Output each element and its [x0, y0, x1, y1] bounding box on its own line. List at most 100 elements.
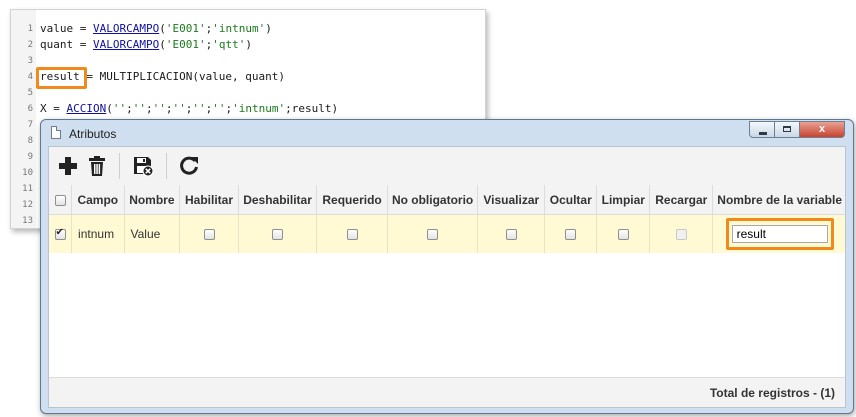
line-number: 4	[27, 72, 33, 82]
requerido-checkbox[interactable]	[346, 229, 358, 241]
cell-requerido	[316, 214, 388, 253]
code-token: ;	[165, 102, 173, 115]
header-requerido[interactable]: Requerido	[316, 185, 388, 215]
maximize-icon	[783, 126, 791, 132]
string-literal: 'intnum'	[232, 102, 286, 115]
line-number: 3	[27, 56, 33, 66]
select-all-checkbox[interactable]	[54, 194, 66, 206]
limpiar-checkbox[interactable]	[617, 229, 629, 241]
code-token: value =	[40, 22, 93, 35]
deshabilitar-checkbox[interactable]	[272, 229, 284, 241]
cell-campo: intnum	[71, 214, 125, 253]
total-records-label: Total de registros - (1)	[709, 386, 835, 400]
header-campo[interactable]: Campo	[71, 185, 125, 215]
header-limpiar[interactable]: Limpiar	[596, 185, 651, 215]
toolbar-separator	[119, 153, 120, 179]
variable-name-input[interactable]	[731, 225, 828, 243]
minimize-button[interactable]	[749, 121, 775, 138]
line-number: 2	[27, 40, 33, 50]
delete-button[interactable]	[86, 155, 108, 177]
maximize-button[interactable]	[775, 121, 800, 138]
header-visualizar[interactable]: Visualizar	[477, 185, 546, 215]
line-number: 11	[22, 184, 33, 194]
string-literal: ''	[132, 102, 146, 115]
window-controls: x	[749, 121, 845, 139]
window-content: Campo Nombre Habilitar Deshabilitar Requ…	[48, 146, 846, 408]
document-icon	[51, 126, 61, 139]
cell-limpiar	[596, 214, 651, 253]
atributos-window: Atributos x Campo Nombre Habilitar Desha…	[40, 119, 854, 414]
string-literal: ''	[192, 102, 206, 115]
cell-nombre: Value	[124, 214, 181, 253]
row-select-cell[interactable]	[49, 214, 73, 253]
string-literal: 'E001'	[165, 38, 206, 51]
function-link[interactable]: VALORCAMPO	[93, 38, 159, 51]
window-titlebar[interactable]: Atributos x	[41, 120, 853, 146]
string-literal: 'intnum'	[212, 22, 266, 35]
code-token: ;result)	[285, 102, 339, 115]
save-close-icon	[134, 157, 154, 177]
toolbar	[49, 147, 845, 186]
header-no-obligatorio[interactable]: No obligatorio	[387, 185, 479, 215]
code-text: value = VALORCAMPO('E001';'intnum')	[40, 21, 272, 37]
header-recargar[interactable]: Recargar	[649, 185, 714, 215]
string-literal: ''	[152, 102, 166, 115]
cell-nombre-variable	[712, 214, 845, 253]
visualizar-checkbox[interactable]	[505, 229, 517, 241]
cell-no-obligatorio	[387, 214, 479, 253]
table-header-row: Campo Nombre Habilitar Deshabilitar Requ…	[49, 185, 845, 215]
cell-deshabilitar	[238, 214, 318, 253]
close-button[interactable]: x	[800, 121, 845, 138]
line-number: 13	[22, 216, 33, 226]
header-nombre-variable[interactable]: Nombre de la variable	[712, 185, 845, 215]
cell-ocultar	[544, 214, 598, 253]
code-token: (	[159, 38, 166, 51]
header-habilitar[interactable]: Habilitar	[179, 185, 239, 215]
code-token: X =	[40, 102, 67, 115]
refresh-icon	[180, 156, 198, 175]
cell-recargar	[649, 214, 714, 253]
attributes-table: Campo Nombre Habilitar Deshabilitar Requ…	[49, 185, 845, 253]
header-deshabilitar[interactable]: Deshabilitar	[238, 185, 318, 215]
function-link[interactable]: VALORCAMPO	[93, 22, 159, 35]
string-literal: ''	[172, 102, 186, 115]
code-token: (	[159, 22, 166, 35]
row-select-checkbox[interactable]	[54, 227, 66, 241]
code-token: )	[265, 22, 272, 35]
result-variable-highlight	[36, 67, 87, 89]
line-number: 5	[27, 88, 33, 98]
string-literal: 'qtt'	[212, 38, 246, 51]
line-number: 6	[27, 104, 33, 114]
table-row[interactable]: intnum Value	[49, 214, 845, 253]
line-number: 10	[22, 168, 33, 178]
line-number: 1	[27, 24, 33, 34]
grid-footer: Total de registros - (1)	[49, 377, 845, 407]
minimize-icon	[759, 132, 767, 135]
toolbar-separator	[166, 153, 167, 179]
header-ocultar[interactable]: Ocultar	[544, 185, 598, 215]
line-number: 12	[22, 200, 33, 210]
no-obligatorio-checkbox[interactable]	[427, 229, 439, 241]
habilitar-checkbox[interactable]	[203, 229, 215, 241]
cell-habilitar	[179, 214, 239, 253]
code-text: quant = VALORCAMPO('E001';'qtt')	[40, 37, 252, 53]
save-button[interactable]	[132, 155, 154, 177]
plus-icon	[59, 157, 77, 175]
function-link[interactable]: ACCION	[67, 102, 107, 115]
code-token: )	[245, 38, 252, 51]
string-literal: 'E001'	[165, 22, 206, 35]
add-button[interactable]	[57, 155, 79, 177]
recargar-checkbox	[675, 229, 687, 241]
refresh-button[interactable]	[178, 155, 200, 177]
trash-icon	[89, 156, 105, 176]
select-all-header[interactable]	[49, 185, 73, 215]
ocultar-checkbox[interactable]	[565, 229, 577, 241]
code-token: quant =	[40, 38, 93, 51]
header-nombre[interactable]: Nombre	[124, 185, 181, 215]
line-number: 7	[27, 120, 33, 130]
code-token: (	[106, 102, 113, 115]
close-icon: x	[818, 123, 826, 135]
code-text: X = ACCION('';'';'';'';'';'';'intnum';re…	[40, 101, 338, 117]
code-token: ;	[126, 102, 133, 115]
window-title: Atributos	[69, 127, 117, 141]
